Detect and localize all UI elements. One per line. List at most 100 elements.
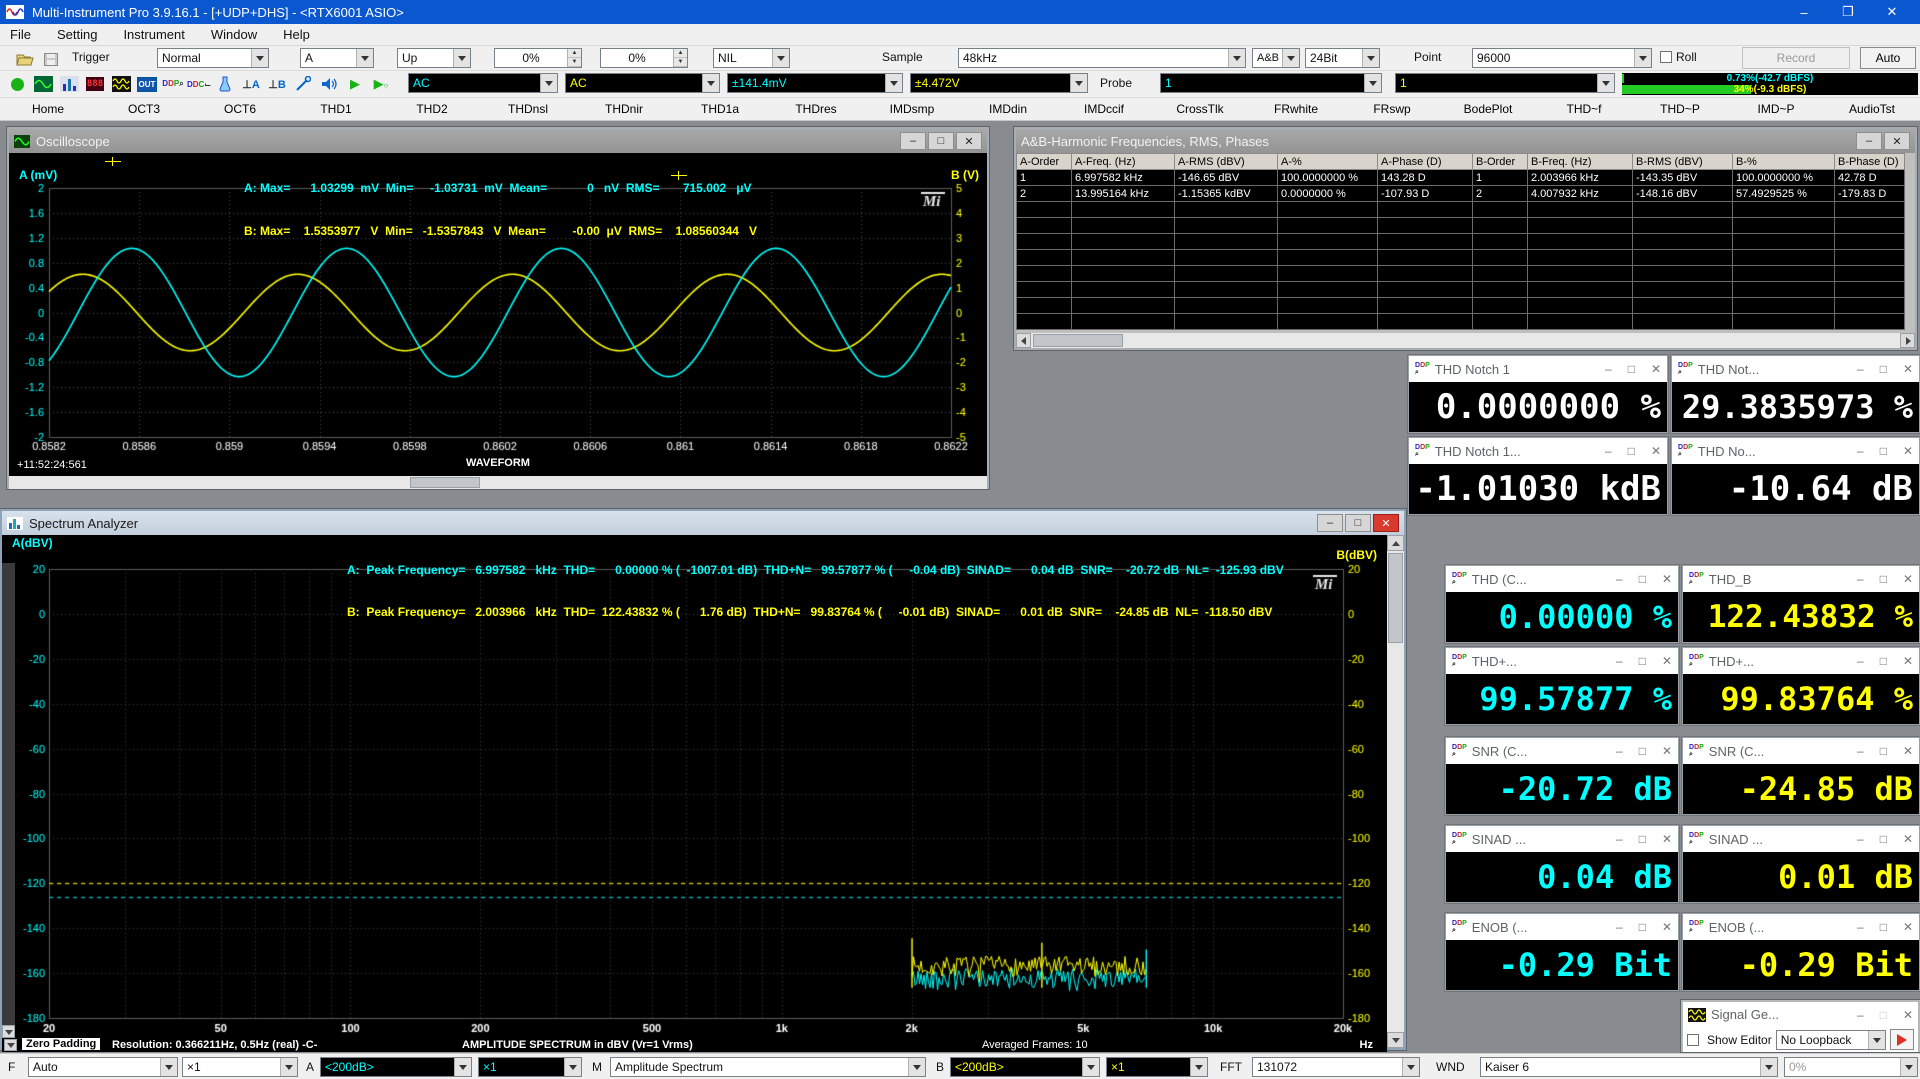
scroll-down-icon[interactable] (2, 1025, 15, 1038)
tab-thd1[interactable]: THD1 (288, 102, 384, 116)
close-icon[interactable]: ✕ (1651, 362, 1661, 376)
tab-thd2[interactable]: THD2 (384, 102, 480, 116)
scroll-left-icon[interactable] (1016, 333, 1031, 348)
close-icon[interactable]: ✕ (1662, 572, 1672, 586)
channel-a-range-select[interactable]: ±141.4mV (727, 73, 903, 93)
minimize-icon[interactable]: – (900, 132, 926, 150)
minimize-icon[interactable]: – (1857, 654, 1864, 668)
menu-item-window[interactable]: Window (211, 27, 257, 42)
sample-rate-select[interactable]: 48kHz (958, 48, 1246, 68)
tab-oct6[interactable]: OCT6 (192, 102, 288, 116)
freq-axis-mode-select[interactable]: Auto (28, 1057, 178, 1077)
channel-a-coupling-select[interactable]: AC (408, 73, 558, 93)
multimeter-icon[interactable]: 888 (84, 74, 106, 94)
trigger-hpf-select[interactable]: NIL (713, 48, 790, 68)
tab-thd~f[interactable]: THD~f (1536, 102, 1632, 116)
tab-frswp[interactable]: FRswp (1344, 102, 1440, 116)
harmonics-titlebar[interactable]: A&B-Harmonic Frequencies, RMS, Phases – … (1016, 129, 1915, 153)
probe-a-select[interactable]: 1 (1160, 73, 1382, 93)
spec-footer-mode[interactable]: Zero Padding (22, 1038, 100, 1050)
close-icon[interactable]: ✕ (1651, 444, 1661, 458)
maximize-icon[interactable]: □ (1639, 654, 1646, 668)
close-icon[interactable]: ✕ (1662, 832, 1672, 846)
trigger-source-select[interactable]: A (300, 48, 374, 68)
minimize-icon[interactable]: – (1317, 514, 1343, 532)
minimize-icon[interactable]: – (1857, 362, 1864, 376)
meter-titlebar[interactable]: DDP⌕ THD Notch 1 – □ ✕ (1409, 356, 1667, 382)
close-icon[interactable]: ✕ (1903, 362, 1913, 376)
fft-size-select[interactable]: 131072 (1252, 1057, 1420, 1077)
tab-audiotst[interactable]: AudioTst (1824, 102, 1920, 116)
spec-v-scrollbar[interactable] (1387, 535, 1404, 1048)
channel-b-coupling-select[interactable]: AC (565, 73, 720, 93)
maximize-icon[interactable]: □ (1639, 744, 1646, 758)
table-row[interactable]: 16.997582 kHz-146.65 dBV100.0000000 %143… (1017, 170, 1905, 186)
close-icon[interactable]: ✕ (1903, 920, 1913, 934)
maximize-icon[interactable]: □ (1880, 654, 1887, 668)
maximize-icon[interactable]: □ (1880, 832, 1887, 846)
close-icon[interactable]: ✕ (1884, 132, 1910, 150)
auto-button[interactable]: Auto (1860, 47, 1916, 69)
bit-depth-select[interactable]: 24Bit (1305, 48, 1380, 68)
meter-titlebar[interactable]: DDP⌕ SNR (C... – □ ✕ (1446, 738, 1678, 764)
speaker-icon[interactable] (318, 74, 340, 94)
maximize-icon[interactable]: □ (1880, 920, 1887, 934)
maximize-icon[interactable]: □ (1639, 832, 1646, 846)
close-icon[interactable]: ✕ (1903, 444, 1913, 458)
signal-generator-icon[interactable] (110, 74, 132, 94)
menu-item-file[interactable]: File (10, 27, 31, 42)
b-range-select[interactable]: <200dB> (950, 1057, 1100, 1077)
maximize-icon[interactable]: □ (1628, 444, 1635, 458)
trigger-level-spinner[interactable]: 0%▲▼ (494, 48, 582, 68)
maximize-icon[interactable]: □ (1628, 362, 1635, 376)
minimize-icon[interactable]: – (1616, 572, 1623, 586)
tab-thd~p[interactable]: THD~P (1632, 102, 1728, 116)
meter-titlebar[interactable]: DDP⌕ THD Not... – □ ✕ (1672, 356, 1919, 382)
menu-item-setting[interactable]: Setting (57, 27, 97, 42)
close-icon[interactable]: ✕ (1373, 514, 1399, 532)
trigger-mode-select[interactable]: Normal (157, 48, 269, 68)
minimize-icon[interactable]: – (1857, 572, 1864, 586)
harmonics-column-header[interactable]: A-% (1278, 154, 1378, 170)
window-close-icon[interactable]: ✕ (1870, 0, 1914, 24)
close-icon[interactable]: ✕ (1903, 572, 1913, 586)
harmonics-column-header[interactable]: B-Order (1473, 154, 1528, 170)
play-icon[interactable]: ▶ (344, 74, 366, 94)
roll-checkbox-box[interactable] (1660, 51, 1672, 63)
tab-imd~p[interactable]: IMD~P (1728, 102, 1824, 116)
tab-thdnir[interactable]: THDnir (576, 102, 672, 116)
spec-left-scrollbar[interactable] (2, 563, 15, 1038)
meter-titlebar[interactable]: DDP⌕ THD No... – □ ✕ (1672, 438, 1919, 464)
maximize-icon[interactable]: □ (1880, 744, 1887, 758)
save-icon[interactable] (40, 49, 62, 69)
meter-titlebar[interactable]: DDP⌕ THD+... – □ ✕ (1446, 648, 1678, 674)
roll-checkbox[interactable]: Roll (1660, 50, 1697, 64)
trigger-edge-select[interactable]: Up (397, 48, 471, 68)
tab-imdsmp[interactable]: IMDsmp (864, 102, 960, 116)
spectrum-analyzer-icon[interactable] (58, 74, 80, 94)
scroll-right-icon[interactable] (1900, 333, 1915, 348)
harmonics-column-header[interactable]: A-Freq. (Hz) (1072, 154, 1175, 170)
meter-titlebar[interactable]: DDP⌕ THD (C... – □ ✕ (1446, 566, 1678, 592)
maximize-icon[interactable]: □ (1880, 444, 1887, 458)
maximize-icon[interactable]: □ (1880, 362, 1887, 376)
show-editor-checkbox[interactable] (1687, 1034, 1699, 1046)
tab-oct3[interactable]: OCT3 (96, 102, 192, 116)
play-loop-icon[interactable]: ▶○ (370, 74, 392, 94)
channel-b-range-select[interactable]: ±4.472V (910, 73, 1088, 93)
tab-imddin[interactable]: IMDdin (960, 102, 1056, 116)
ground-a-icon[interactable]: ⊥A (240, 74, 262, 94)
meter-titlebar[interactable]: DDP⌕ THD Notch 1... – □ ✕ (1409, 438, 1667, 464)
spectrum-titlebar[interactable]: Spectrum Analyzer – □ ✕ (2, 511, 1404, 535)
points-select[interactable]: 96000 (1472, 48, 1652, 68)
minimize-icon[interactable]: – (1616, 654, 1623, 668)
window-function-select[interactable]: Kaiser 6 (1480, 1057, 1778, 1077)
scroll-down-icon[interactable] (1387, 1032, 1404, 1048)
tab-imdccif[interactable]: IMDccif (1056, 102, 1152, 116)
trigger-delay-spinner[interactable]: 0%▲▼ (600, 48, 688, 68)
run-icon[interactable] (6, 74, 28, 94)
close-icon[interactable]: ✕ (1903, 832, 1913, 846)
close-icon[interactable]: ✕ (1903, 1008, 1913, 1022)
ground-b-icon[interactable]: ⊥B (266, 74, 288, 94)
minimize-icon[interactable]: – (1857, 832, 1864, 846)
